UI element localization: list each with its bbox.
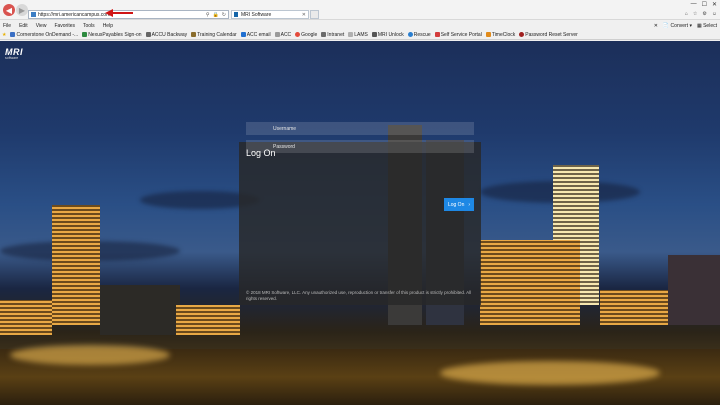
minimize-icon[interactable]: — [691,1,697,8]
mri-logo: MRI software [5,47,23,60]
favorite-item[interactable]: LAMS [348,32,368,38]
favorite-item[interactable]: ACC [274,32,291,38]
favorite-icon [191,32,197,37]
favorite-item[interactable]: TimeClock [485,32,515,38]
login-panel: Log On © 2018 MRI Software, LLC. Any una… [239,142,481,305]
red-arrow-annotation-icon [105,9,133,17]
favorite-icon [274,32,280,37]
password-input[interactable]: Password [246,140,474,153]
favorite-icon [371,32,377,37]
menu-edit[interactable]: Edit [19,23,28,29]
city-lights [440,361,660,385]
favorite-icon [485,32,491,37]
copyright-text: © 2018 MRI Software, LLC. Any unauthoriz… [246,290,472,301]
favorite-item[interactable]: Cornerstone OnDemand -... [10,32,78,38]
username-input[interactable]: Username [246,122,474,135]
favorite-item[interactable]: ACCU Backway [145,32,187,38]
close-tab-icon[interactable]: ✕ [302,12,306,18]
close-toolbar-icon[interactable]: ✕ [654,23,658,29]
favorite-item[interactable]: ACC email [240,32,271,38]
gear-icon[interactable]: ⚙ [702,11,706,17]
site-favicon-icon [31,12,36,17]
favorite-icon [240,32,246,37]
browser-chrome: ◀ ▶ https://mri.americancampus.com ⚲ 🔒 ↻… [0,0,720,41]
arrow-right-icon: ▶ [18,5,26,15]
maximize-icon[interactable]: ☐ [702,1,707,8]
favorite-icon [321,32,327,37]
skyscraper [52,205,100,325]
building [668,255,720,325]
close-window-icon[interactable]: ✕ [712,1,717,8]
tab-mri-software[interactable]: MRI Software ✕ [231,10,309,19]
menu-help[interactable]: Help [103,23,113,29]
favorites-bar: ★ Cornerstone OnDemand -... NexusPayable… [0,30,720,40]
tab-title: MRI Software [241,11,272,18]
favorites-star-icon[interactable]: ★ [2,32,6,38]
arrow-left-icon: ◀ [5,5,13,15]
back-button[interactable]: ◀ [3,4,15,16]
mri-favicon-icon [234,12,238,17]
city-lights [10,345,170,365]
favorite-item[interactable]: Google [295,32,317,38]
smiley-icon[interactable]: ☺ [712,11,717,17]
menu-favorites[interactable]: Favorites [54,23,75,29]
search-icon[interactable]: ⚲ [206,12,210,18]
star-icon[interactable]: ☆ [693,11,697,17]
address-url: https://mri.americancampus.com [38,11,111,18]
lock-icon[interactable]: 🔒 [213,12,219,18]
favorite-item[interactable]: Password Reset Server [519,32,578,38]
favorite-item[interactable]: MRI Unlock [371,32,404,38]
building [100,285,180,335]
building [176,305,240,335]
menu-tools[interactable]: Tools [83,23,95,29]
google-icon [295,32,301,37]
menu-file[interactable]: File [3,23,11,29]
title-bar: ◀ ▶ https://mri.americancampus.com ⚲ 🔒 ↻… [0,0,720,20]
menu-bar: File Edit View Favorites Tools Help [0,21,720,30]
favorite-item[interactable]: Training Calendar [191,32,237,38]
select-button[interactable]: ▦ Select [697,23,717,29]
favorite-item[interactable]: Rescue [407,32,431,38]
favorite-icon [407,32,413,37]
building [0,300,52,335]
favorite-icon [434,32,440,37]
home-icon[interactable]: ⌂ [685,11,688,17]
favorite-icon [348,32,354,37]
favorite-icon [82,32,88,37]
login-page: MRI software Log On © 2018 MRI Software,… [0,41,720,405]
building [600,290,670,325]
logon-button[interactable]: Log On › [444,198,474,211]
favorite-icon [10,32,16,37]
menu-view[interactable]: View [36,23,47,29]
building [480,240,580,325]
forward-button[interactable]: ▶ [16,4,28,16]
favorite-item[interactable]: NexusPayables Sign-on [82,32,142,38]
favorite-item[interactable]: Self Service Portal [434,32,482,38]
chevron-right-icon: › [468,201,471,208]
favorite-icon [519,32,525,37]
convert-button[interactable]: 📄 Convert ▾ [663,23,692,29]
refresh-icon[interactable]: ↻ [222,12,226,18]
new-tab-button[interactable] [310,10,319,19]
favorite-item[interactable]: Intranet [321,32,344,38]
favorite-icon [145,32,151,37]
